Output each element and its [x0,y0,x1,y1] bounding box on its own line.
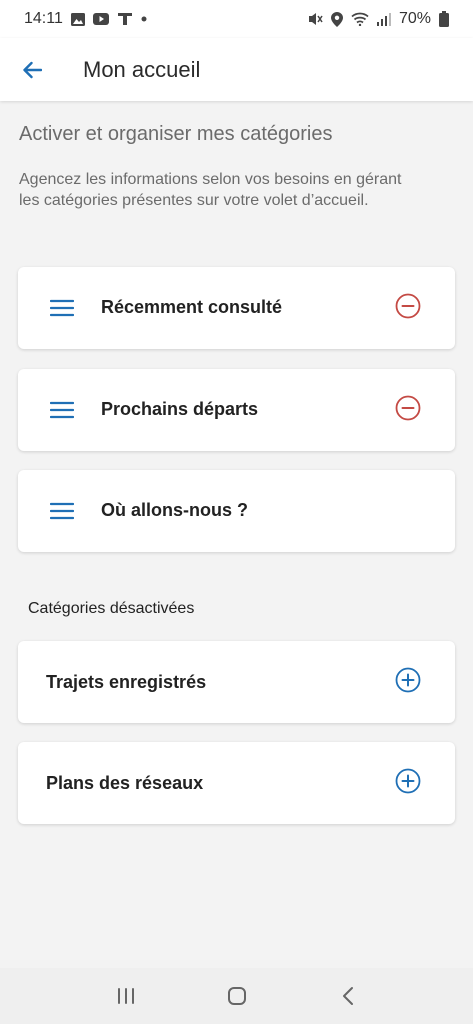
minus-circle-icon [395,395,421,421]
minus-circle-icon [395,293,421,319]
category-label: Où allons-nous ? [101,500,248,520]
category-label: Prochains départs [101,399,259,419]
section-description: Agencez les informations selon vos besoi… [19,171,402,209]
drag-handle-icon[interactable] [49,295,75,321]
youtube-notification-icon [92,13,109,25]
status-time: 14:11 [24,10,63,27]
recent-apps-icon [117,988,134,1004]
home-button[interactable] [217,976,257,1016]
dot-icon [141,16,147,22]
battery-percent: 70% [398,10,431,27]
remove-category-button[interactable] [395,395,421,421]
recent-apps-button[interactable] [106,976,146,1016]
signal-icon [376,12,391,26]
mute-icon [307,12,323,26]
drag-handle-icon[interactable] [49,498,75,524]
app-bar: Mon accueil [0,38,473,101]
plus-circle-icon [395,667,421,693]
status-right: 70% [307,10,449,28]
status-bar: 14:11 70% [0,0,473,38]
section-title: Activer et organiser mes catégories [19,123,333,145]
status-left: 14:11 [24,10,147,28]
category-card-recently-viewed[interactable]: Récemment consulté [18,267,455,349]
system-navigation-bar [0,968,473,1024]
category-label: Trajets enregistrés [46,672,207,692]
category-card-where-are-we-going[interactable]: Où allons-nous ? [18,470,455,552]
location-icon [330,11,343,27]
back-arrow-icon [23,61,42,78]
remove-category-button[interactable] [395,293,421,319]
category-label: Plans des réseaux [46,773,204,793]
battery-icon [439,11,449,27]
chevron-left-icon [342,987,353,1005]
category-label: Récemment consulté [101,297,283,317]
back-nav-button[interactable] [328,976,368,1016]
plus-circle-icon [395,768,421,794]
home-icon [227,987,246,1005]
wifi-icon [351,12,369,26]
add-category-button[interactable] [395,768,421,794]
category-card-next-departures[interactable]: Prochains départs [18,369,455,451]
category-card-saved-trips[interactable]: Trajets enregistrés [18,641,455,723]
drag-handle-icon[interactable] [49,397,75,423]
back-button[interactable] [0,38,64,101]
disabled-categories-title: Catégories désactivées [28,600,195,617]
gallery-notification-icon [70,12,85,26]
page-title: Mon accueil [83,56,201,82]
app-notification-icon [117,12,133,26]
category-card-network-maps[interactable]: Plans des réseaux [18,742,455,824]
add-category-button[interactable] [395,667,421,693]
